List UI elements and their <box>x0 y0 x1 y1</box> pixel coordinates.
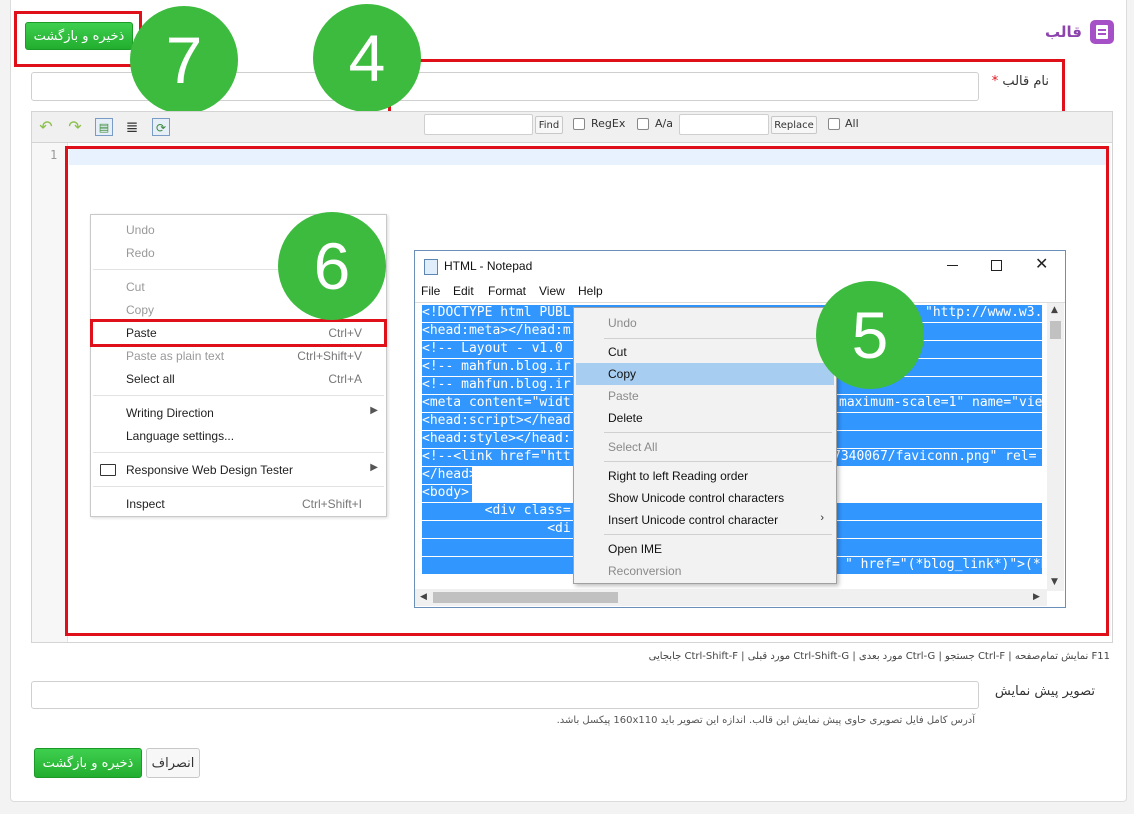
shortcut-help: F11 نمایش تمام‌صفحه | Ctrl-F جستجو | Ctr… <box>648 651 1110 662</box>
code-line: <body> <box>422 485 472 502</box>
chevron-right-icon: ▶ <box>370 405 378 416</box>
all-label: All <box>845 117 859 130</box>
annotation-circle-4: 4 <box>313 4 421 112</box>
find-input[interactable] <box>424 114 533 135</box>
code-line-right: 7340067/faviconn.png" rel= <box>833 449 1037 464</box>
case-checkbox[interactable] <box>637 118 649 130</box>
monitor-icon <box>100 464 116 476</box>
chevron-right-icon: ▶ <box>370 462 378 473</box>
annotation-circle-5: 5 <box>816 281 924 389</box>
menu-language-settings[interactable]: Language settings... <box>91 425 386 447</box>
highlight-box-7 <box>14 11 142 67</box>
notepad-icon <box>424 259 438 275</box>
scroll-left-icon[interactable]: ◀ <box>420 592 427 602</box>
menu-separator <box>604 432 832 433</box>
menu-separator <box>604 338 832 339</box>
redo-icon[interactable]: ↷ <box>66 118 84 136</box>
find-button[interactable]: Find <box>535 116 563 134</box>
all-checkbox[interactable] <box>828 118 840 130</box>
preview-label: تصویر پیش نمایش <box>994 684 1095 699</box>
menu-edit[interactable]: Edit <box>453 284 474 298</box>
np-menu-undo[interactable]: Undo <box>576 312 834 334</box>
menu-paste-plain[interactable]: Paste as plain text Ctrl+Shift+V <box>91 345 386 367</box>
menu-separator <box>93 486 384 487</box>
np-menu-open-ime[interactable]: Open IME <box>576 538 834 560</box>
notepad-context-menu: Undo Cut Copy Paste Delete Select All Ri… <box>573 307 837 584</box>
preview-hint: آدرس کامل فایل تصویری حاوی پیش نمایش این… <box>556 715 975 726</box>
editor-toolbar <box>31 111 1113 143</box>
replace-input[interactable] <box>679 114 769 135</box>
menu-file[interactable]: File <box>421 284 440 298</box>
replace-button[interactable]: Replace <box>771 116 817 134</box>
regex-label: RegEx <box>591 117 626 130</box>
annotation-circle-7: 7 <box>130 6 238 114</box>
menu-separator <box>93 452 384 453</box>
menu-rwd-tester[interactable]: Responsive Web Design Tester ▶ <box>91 459 386 481</box>
case-label: A/a <box>655 117 673 130</box>
menu-separator <box>93 395 384 396</box>
template-icon <box>1090 20 1114 44</box>
cancel-button[interactable]: انصراف <box>146 748 200 778</box>
menu-view[interactable]: View <box>539 284 565 298</box>
notepad-menubar: File Edit Format View Help <box>415 282 1065 302</box>
undo-icon[interactable]: ↶ <box>37 118 55 136</box>
np-menu-cut[interactable]: Cut <box>576 341 834 363</box>
menu-select-all[interactable]: Select all Ctrl+A <box>91 368 386 390</box>
np-menu-insert-unicode[interactable]: Insert Unicode control character › <box>576 509 834 531</box>
menu-inspect[interactable]: Inspect Ctrl+Shift+I <box>91 493 386 515</box>
code-line: </head> <box>422 467 477 484</box>
horizontal-scrollbar[interactable]: ◀ ▶ <box>415 589 1047 606</box>
np-menu-paste[interactable]: Paste <box>576 385 834 407</box>
line-gutter <box>32 143 68 642</box>
preview-image-input[interactable] <box>31 681 979 709</box>
np-menu-rtl[interactable]: Right to left Reading order <box>576 465 834 487</box>
code-line-right: maximum-scale=1" name="vie <box>839 395 1043 410</box>
np-menu-copy[interactable]: Copy <box>576 363 834 385</box>
annotation-circle-6: 6 <box>278 212 386 320</box>
np-menu-delete[interactable]: Delete <box>576 407 834 429</box>
np-menu-reconversion[interactable]: Reconversion <box>576 560 834 582</box>
format-lines-icon[interactable]: ≣ <box>123 118 141 136</box>
highlight-box-4 <box>388 59 1065 114</box>
scroll-thumb[interactable] <box>433 592 618 603</box>
menu-separator <box>604 534 832 535</box>
regex-checkbox[interactable] <box>573 118 585 130</box>
np-menu-select-all[interactable]: Select All <box>576 436 834 458</box>
highlight-box-paste <box>90 319 387 347</box>
line-number: 1 <box>50 148 58 162</box>
menu-writing-direction[interactable]: Writing Direction ▶ <box>91 402 386 424</box>
refresh-file-icon[interactable]: ⟳ <box>152 118 170 136</box>
scroll-right-icon[interactable]: ▶ <box>1033 592 1040 602</box>
scroll-up-icon[interactable]: ▲ <box>1051 305 1058 315</box>
page-title: قالب <box>1045 23 1082 41</box>
menu-format[interactable]: Format <box>488 284 526 298</box>
scroll-down-icon[interactable]: ▼ <box>1051 577 1058 587</box>
insert-file-icon[interactable]: ▤ <box>95 118 113 136</box>
notepad-title: HTML - Notepad <box>444 259 533 273</box>
code-line-right: "http://www.w3.o <box>925 305 1047 320</box>
chevron-right-icon: › <box>820 512 824 524</box>
np-menu-show-unicode[interactable]: Show Unicode control characters <box>576 487 834 509</box>
menu-separator <box>604 461 832 462</box>
save-back-button-bottom[interactable]: ذخیره و بازگشت <box>34 748 142 778</box>
vertical-scrollbar[interactable]: ▲ ▼ <box>1047 303 1064 591</box>
code-line-right: " href="(*blog_link*)">(*b <box>845 557 1047 572</box>
minimize-icon[interactable] <box>947 265 958 266</box>
maximize-icon[interactable] <box>991 260 1002 271</box>
scroll-thumb[interactable] <box>1050 321 1061 339</box>
menu-help[interactable]: Help <box>578 284 603 298</box>
close-icon[interactable]: ✕ <box>1035 254 1048 273</box>
